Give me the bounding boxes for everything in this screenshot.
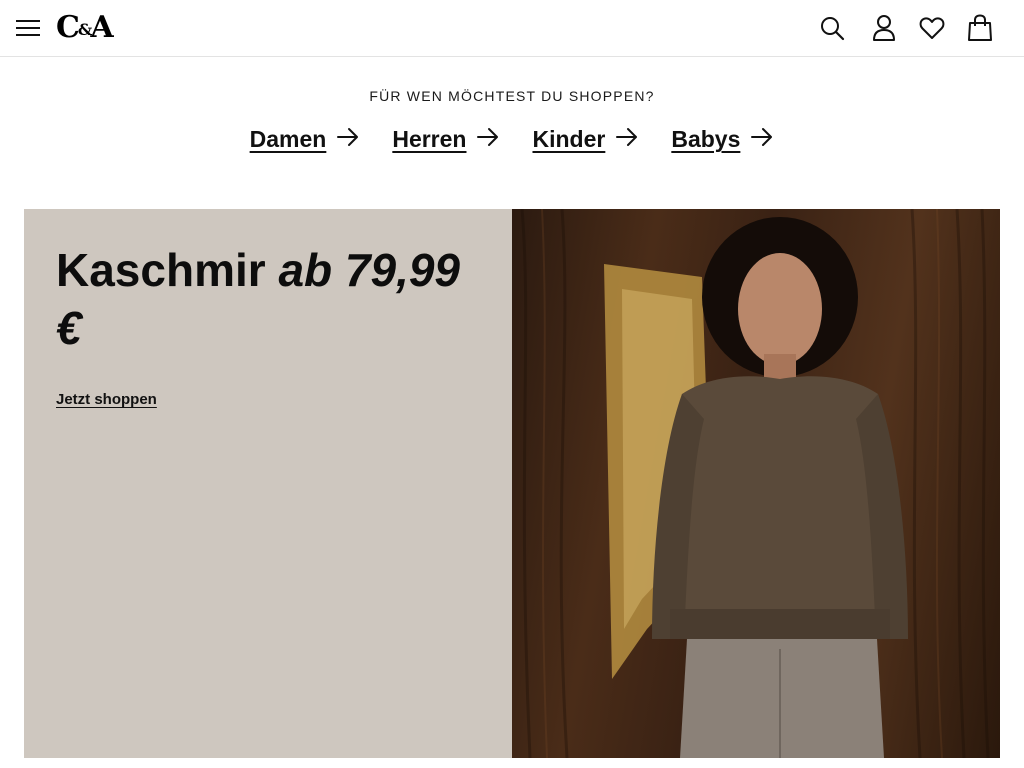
gender-link-label: Kinder	[532, 126, 606, 152]
hero-headline: Kaschmir ab 79,99 €	[56, 241, 476, 357]
gender-link-herren[interactable]: Herren	[392, 126, 500, 153]
user-icon	[871, 14, 897, 42]
logo[interactable]: C&A	[56, 10, 114, 46]
shopping-bag-icon	[967, 14, 993, 42]
gender-link-damen[interactable]: Damen	[250, 126, 361, 153]
gender-link-label: Babys	[671, 126, 741, 152]
account-button[interactable]	[868, 12, 900, 44]
shop-now-link[interactable]: Jetzt shoppen	[56, 391, 157, 408]
hero-text-panel: Kaschmir ab 79,99 € Jetzt shoppen	[24, 209, 512, 758]
gender-link-label: Damen	[249, 126, 327, 152]
search-icon	[819, 15, 845, 41]
logo-letter-c: C	[56, 10, 80, 45]
hero-image[interactable]	[512, 209, 1000, 758]
heart-icon	[919, 16, 945, 40]
gender-link-label: Herren	[392, 126, 467, 152]
cart-button[interactable]	[964, 12, 996, 44]
wishlist-button[interactable]	[916, 12, 948, 44]
arrow-right-icon	[336, 127, 360, 152]
search-button[interactable]	[816, 12, 848, 44]
chooser-title: FÜR WEN MÖCHTEST DU SHOPPEN?	[369, 88, 655, 104]
gender-link-kinder[interactable]: Kinder	[532, 126, 639, 153]
arrow-right-icon	[476, 127, 500, 152]
hamburger-menu-icon	[12, 20, 44, 47]
gender-link-babys[interactable]: Babys	[671, 126, 774, 153]
arrow-right-icon	[750, 127, 774, 152]
hero-banner[interactable]: Kaschmir ab 79,99 € Jetzt shoppen	[24, 209, 1000, 758]
gender-navigation: Damen Herren Kinder Babys	[0, 126, 1024, 153]
logo-letter-a: A	[90, 10, 113, 45]
hero-headline-main: Kaschmir	[56, 244, 266, 296]
menu-button[interactable]	[12, 12, 44, 44]
site-header: C&A	[0, 0, 1024, 57]
arrow-right-icon	[615, 127, 639, 152]
